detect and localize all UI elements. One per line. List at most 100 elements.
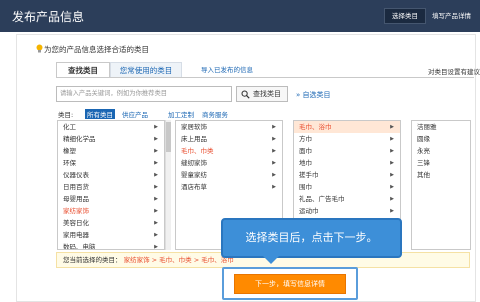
category-item[interactable]: 三锋 [412, 157, 470, 169]
category-item[interactable]: 地巾 ▶ [294, 157, 400, 169]
category-item[interactable]: 搓手巾 ▶ [294, 169, 400, 181]
chevron-right-icon: ▶ [154, 148, 158, 154]
next-step-button[interactable]: 下一步，填写信息详情 [234, 274, 346, 294]
search-input[interactable]: 请输入产品关键词，例如为你推荐类目 [56, 86, 232, 102]
scrollbar-thumb[interactable] [166, 122, 171, 152]
chevron-right-icon: ▶ [154, 184, 158, 190]
fill-details-step[interactable]: 填写产品详情 [432, 8, 480, 24]
category-item[interactable]: 圆缘 [412, 133, 470, 145]
filters-label: 类目: [58, 111, 74, 119]
category-item[interactable]: 精细化学品 ▶ [58, 133, 164, 145]
category-item[interactable]: 毛巾、巾类 ▶ [176, 145, 282, 157]
chevron-right-icon: ▶ [390, 148, 394, 154]
category-item[interactable]: 洁丽雅 [412, 121, 470, 133]
category-item-label: 家居软饰 [181, 123, 207, 131]
category-item[interactable]: 运动巾 ▶ [294, 205, 400, 217]
category-item-label: 家用电器 [63, 231, 89, 239]
category-item-label: 缝纫家饰 [181, 159, 207, 167]
category-item-label: 围巾 [299, 183, 312, 191]
category-item-label: 精细化学品 [63, 135, 96, 143]
category-item-label: 礼品、广告毛巾 [299, 195, 345, 203]
lightbulb-icon [36, 44, 43, 53]
search-icon [241, 90, 250, 99]
chevron-right-icon: ▶ [390, 184, 394, 190]
category-item[interactable]: 家居软饰 ▶ [176, 121, 282, 133]
category-item[interactable]: 化工 ▶ [58, 121, 164, 133]
category-item[interactable]: 方巾 ▶ [294, 133, 400, 145]
manual-select-label: 自选类目 [302, 91, 331, 99]
category-item-label: 家纺家饰 [63, 207, 89, 215]
category-item-label: 三锋 [417, 159, 430, 167]
category-item[interactable]: 日用百货 ▶ [58, 181, 164, 193]
category-item[interactable]: 其他 [412, 169, 470, 181]
category-item[interactable]: 礼品、广告毛巾 ▶ [294, 193, 400, 205]
chevron-right-icon: ▶ [390, 124, 394, 130]
category-item[interactable]: 酒店布草 ▶ [176, 181, 282, 193]
category-item[interactable]: 环保 ▶ [58, 157, 164, 169]
chevron-right-icon: ▶ [272, 148, 276, 154]
select-category-step[interactable]: 选择类目 [384, 8, 426, 24]
chevron-right-icon: ▶ [272, 160, 276, 166]
chevron-right-icon: ▶ [154, 172, 158, 178]
chevron-right-icon: ▶ [154, 232, 158, 238]
category-item[interactable]: 家用电器 ▶ [58, 229, 164, 241]
category-item[interactable]: 橡塑 ▶ [58, 145, 164, 157]
category-item-label: 毛巾、浴巾 [299, 123, 332, 131]
chevron-right-icon: ▶ [154, 136, 158, 142]
category-item[interactable]: 数码、电脑 ▶ [58, 241, 164, 250]
category-column-4: 洁丽雅圆缘永亮三锋其他 [411, 120, 471, 250]
chevron-right-icon: ▶ [154, 124, 158, 130]
category-item-label: 方巾 [299, 135, 312, 143]
category-item-label: 面巾 [299, 147, 312, 155]
category-item-label: 数码、电脑 [63, 243, 96, 250]
category-column-1: 化工 ▶ 精细化学品 ▶ 橡塑 ▶ 环保 ▶ 仪器仪表 ▶ 日用百货 ▶ 母婴用品 ▶ 家纺家饰 ▶ 美容日化 ▶… [57, 120, 165, 250]
filter-supply[interactable]: 供应产品 [122, 109, 148, 119]
category-item[interactable]: 床上用品 ▶ [176, 133, 282, 145]
category-item-label: 床上用品 [181, 135, 207, 143]
chevron-right-icon: ▶ [272, 136, 276, 142]
category-item[interactable]: 婴童家纺 ▶ [176, 169, 282, 181]
filter-service[interactable]: 商务服务 [202, 109, 228, 119]
category-item-label: 日用百货 [63, 183, 89, 191]
chevron-right-icon: ▶ [390, 136, 394, 142]
category-item[interactable]: 家纺家饰 ▶ [58, 205, 164, 217]
category-item[interactable]: 面巾 ▶ [294, 145, 400, 157]
category-item[interactable]: 永亮 [412, 145, 470, 157]
category-item-label: 其他 [417, 171, 430, 179]
chevron-right-icon: ▶ [154, 160, 158, 166]
top-bar: 发布产品信息 选择类目 填写产品详情 [0, 0, 480, 32]
guide-tooltip: 选择类目后，点击下一步。 [221, 218, 402, 264]
category-item-label: 化工 [63, 123, 76, 131]
chevron-right-icon: ▶ [390, 160, 394, 166]
filter-custom[interactable]: 加工定制 [168, 109, 194, 119]
chevron-right-icon: ▶ [390, 208, 394, 214]
tab-import-published[interactable]: 导入已发布的信息 [192, 62, 262, 78]
category-item[interactable]: 美容日化 ▶ [58, 217, 164, 229]
search-button[interactable]: 查找类目 [236, 86, 288, 102]
category-item-label: 美容日化 [63, 219, 89, 227]
category-item-label: 橡塑 [63, 147, 76, 155]
category-item-label: 搓手巾 [299, 171, 319, 179]
filter-all[interactable]: 所有类目 [85, 109, 115, 119]
category-item[interactable]: 仪器仪表 ▶ [58, 169, 164, 181]
selection-path: 家纺家饰 > 毛巾、巾类 > 毛巾、浴巾 [123, 256, 234, 264]
tab-frequent-categories[interactable]: 您常使用的类目 [110, 62, 182, 78]
category-item-label: 永亮 [417, 147, 430, 155]
category-item-label: 洁丽雅 [417, 123, 437, 131]
chevron-right-icon: ▶ [272, 124, 276, 130]
chevron-right-icon: ▶ [390, 196, 394, 202]
category-item[interactable]: 缝纫家饰 ▶ [176, 157, 282, 169]
hint-text: 为您的产品信息选择合适的类目 [44, 45, 149, 54]
chevron-right-icon: ▶ [154, 208, 158, 214]
category-item-label: 运动巾 [299, 207, 319, 215]
category-item[interactable]: 母婴用品 ▶ [58, 193, 164, 205]
manual-select[interactable]: » 自选类目 [296, 90, 331, 100]
selection-label: 您当前选择的类目： [63, 256, 122, 264]
suggestion-link[interactable]: 对类目设置有建议？ [428, 66, 480, 76]
tab-divider [56, 77, 474, 78]
tab-find-category[interactable]: 查找类目 [56, 62, 110, 78]
category-item[interactable]: 围巾 ▶ [294, 181, 400, 193]
category-item[interactable]: 毛巾、浴巾 ▶ [294, 121, 400, 133]
scrollbar[interactable] [165, 120, 171, 250]
category-item-label: 婴童家纺 [181, 171, 207, 179]
